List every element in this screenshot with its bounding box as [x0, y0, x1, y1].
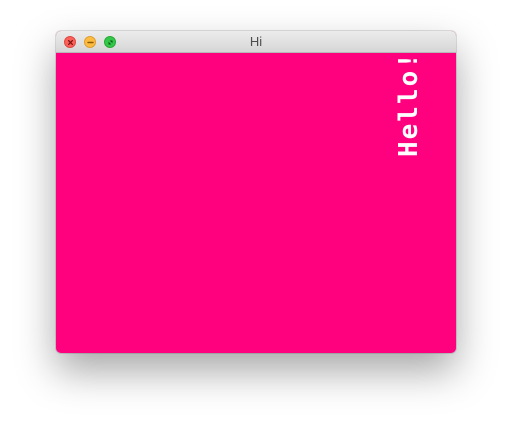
app-window: Hi Hello! — [56, 31, 456, 353]
hello-label: Hello! — [394, 53, 424, 157]
window-title: Hi — [249, 34, 263, 49]
window-content: Hello! — [56, 53, 456, 353]
titlebar[interactable]: Hi — [56, 31, 456, 53]
